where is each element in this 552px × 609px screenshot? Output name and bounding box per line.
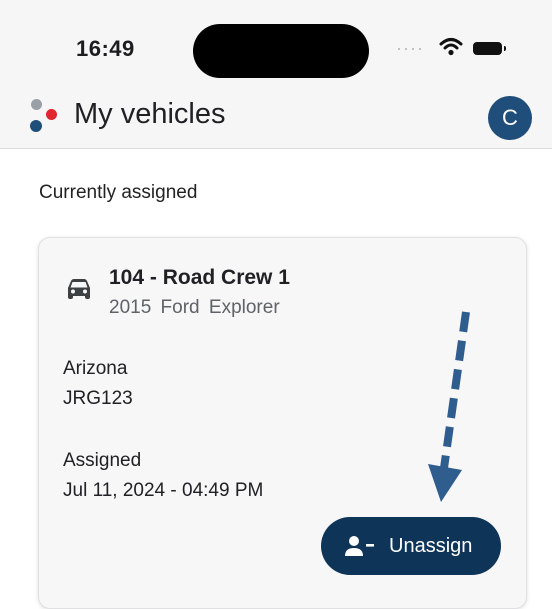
car-icon [68,279,90,299]
unassign-button[interactable]: Unassign [321,517,501,575]
battery-icon [473,42,506,55]
vehicle-state: Arizona [63,358,128,379]
page-title: My vehicles [74,98,226,130]
vehicle-plate: JRG123 [63,388,133,409]
assigned-label: Assigned [63,450,142,471]
annotation-arrow-icon [428,311,470,502]
vehicle-model: 2015 Ford Explorer [109,297,280,318]
status-time: 16:49 [76,36,135,61]
avatar[interactable]: C [488,96,532,140]
remove-person-icon [345,536,374,556]
top-bar: 16:49 ···· My vehicles C [0,0,552,149]
unassign-label: Unassign [389,534,473,557]
dynamic-island [193,24,369,78]
vehicle-name: 104 - Road Crew 1 [109,266,290,289]
app-logo-icon [27,97,63,137]
wifi-icon [439,38,463,56]
assigned-date: Jul 11, 2024 - 04:49 PM [63,480,264,501]
cellular-signal-icon: ···· [396,38,424,58]
section-title: Currently assigned [39,182,198,203]
